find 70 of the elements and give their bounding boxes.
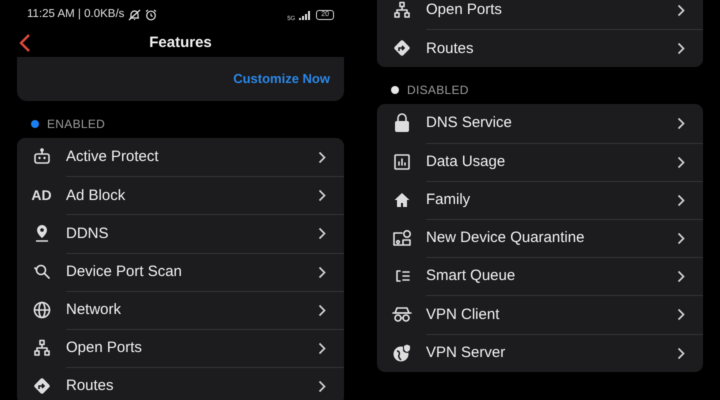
chevron-icon <box>318 266 326 279</box>
feature-label: Smart Queue <box>426 266 516 286</box>
feature-label: Open Ports <box>426 0 502 20</box>
signal-icon <box>299 10 312 20</box>
section-label: ENABLED <box>47 116 106 132</box>
ad-icon: AD <box>31 184 52 206</box>
feature-label: Family <box>426 190 470 210</box>
chevron-icon <box>677 232 685 246</box>
network-icon <box>32 339 50 358</box>
feature-label: Data Usage <box>426 152 506 172</box>
feature-row[interactable]: Family <box>377 180 703 219</box>
feature-label: New Device Quarantine <box>426 228 584 248</box>
feature-label: DNS Service <box>426 113 512 134</box>
chevron-icon <box>677 346 685 360</box>
feature-label: Open Ports <box>66 338 142 358</box>
feature-row[interactable]: Device Port Scan <box>17 252 344 291</box>
muted-bell-icon <box>128 8 142 20</box>
section-label: DISABLED <box>407 82 469 99</box>
chevron-icon <box>318 150 326 164</box>
chevron-icon <box>677 270 685 284</box>
globe-icon <box>392 342 412 363</box>
house-icon <box>392 190 410 209</box>
chevron-icon <box>677 308 685 322</box>
feature-row[interactable]: Routes <box>377 29 703 68</box>
back-icon[interactable] <box>19 34 31 52</box>
chevron-icon <box>677 156 685 169</box>
bar-chart-icon <box>392 152 410 171</box>
location-pin-icon <box>34 224 50 242</box>
search-icon <box>32 262 50 281</box>
feature-label: Ad Block <box>66 186 126 206</box>
chevron-icon <box>677 194 685 207</box>
chevron-icon <box>677 4 685 17</box>
network-icon <box>392 1 410 20</box>
chevron-icon <box>677 116 685 130</box>
feature-label: Active Protect <box>66 146 159 167</box>
robot-icon <box>32 148 50 166</box>
chevron-icon <box>318 304 326 317</box>
feature-label: Network <box>66 300 122 320</box>
feature-row[interactable]: Routes <box>17 367 344 400</box>
feature-row[interactable]: Open Ports <box>17 328 344 368</box>
screen-title: Features <box>149 32 212 53</box>
alarm-clock-icon <box>145 8 158 20</box>
customize-link[interactable]: Customize Now <box>233 69 330 89</box>
feature-row[interactable]: New Device Quarantine <box>377 218 703 258</box>
feature-row[interactable]: Smart Queue <box>377 257 703 296</box>
feature-row[interactable]: VPN Client <box>377 295 703 334</box>
globe-icon <box>32 300 50 319</box>
chevron-icon <box>318 380 326 394</box>
feature-row[interactable]: DDNS <box>17 214 344 253</box>
feature-label: DDNS <box>66 224 109 244</box>
spy-icon <box>392 305 412 324</box>
feature-label: VPN Client <box>426 304 500 325</box>
padlock-icon <box>392 113 410 134</box>
feature-label: Device Port Scan <box>66 262 182 282</box>
chevron-icon <box>318 189 326 202</box>
device-icon <box>392 229 412 248</box>
chevron-icon <box>318 227 326 240</box>
feature-row[interactable]: Network <box>17 290 344 329</box>
feature-row[interactable]: AD Ad Block <box>17 176 344 214</box>
feature-label: Routes <box>66 376 114 396</box>
feature-row[interactable]: Data Usage <box>377 142 703 181</box>
feature-label: Routes <box>426 38 474 59</box>
chevron-icon <box>677 42 685 56</box>
feature-row[interactable]: Active Protect <box>17 138 344 176</box>
chevron-icon <box>318 342 326 356</box>
feature-row[interactable]: Open Ports <box>377 0 703 30</box>
feature-row[interactable]: VPN Server <box>377 334 703 372</box>
status-time: 11:25 AM | 0.0KB/s <box>27 6 124 22</box>
feature-row[interactable]: DNS Service <box>377 104 703 143</box>
feature-label: VPN Server <box>426 342 506 363</box>
